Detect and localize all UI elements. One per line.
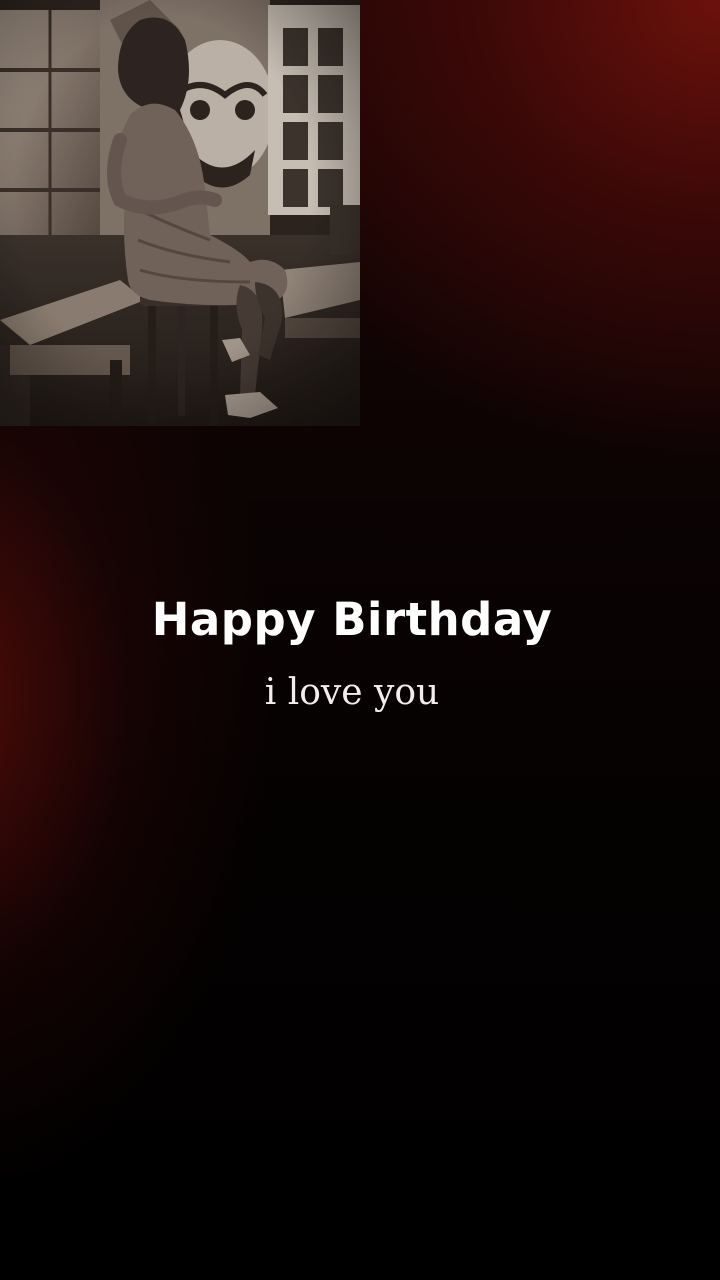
birthday-title: Happy Birthday — [151, 593, 553, 646]
photo-illustration — [0, 0, 360, 426]
story-photo — [0, 0, 360, 426]
love-message: i love you — [264, 672, 440, 713]
story-screen: Happy Birthday i love you — [0, 0, 720, 1280]
